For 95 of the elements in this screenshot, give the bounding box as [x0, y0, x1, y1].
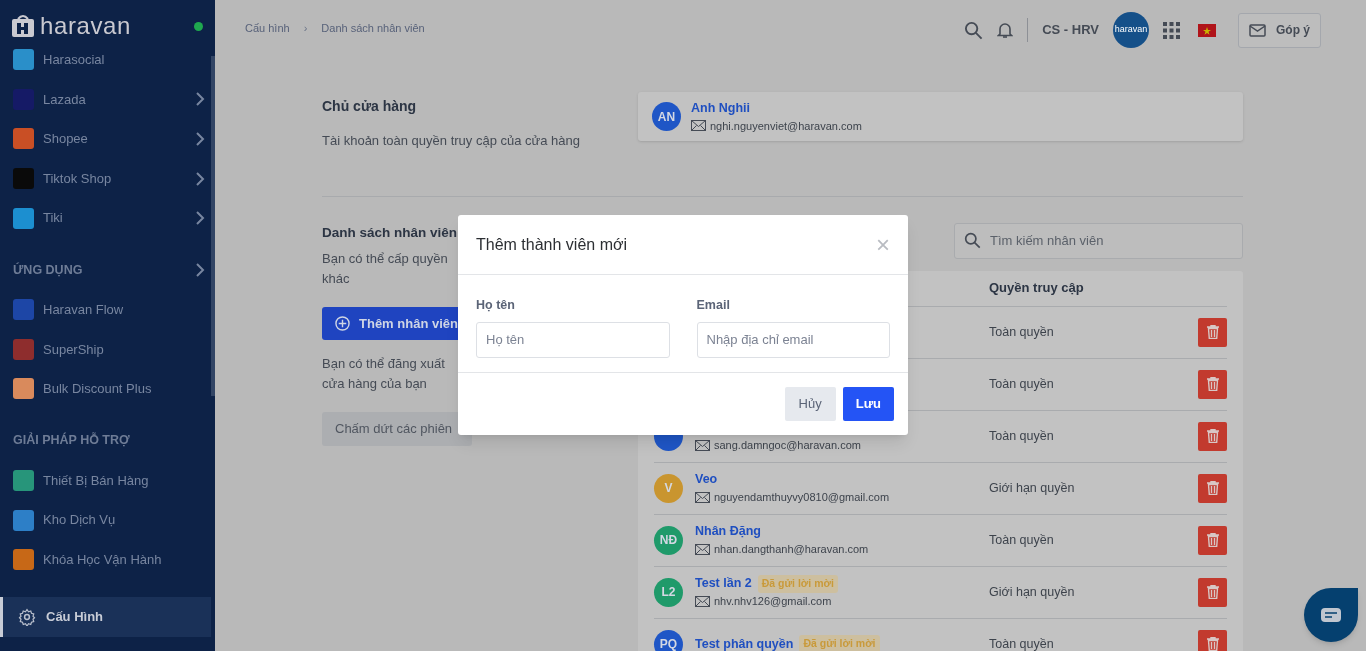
input-field[interactable]: Họ tên — [476, 321, 670, 358]
cancel-button[interactable]: Hủy — [784, 387, 836, 421]
mail-icon — [695, 439, 710, 451]
account-avatar[interactable]: haravan — [1113, 12, 1149, 48]
delete-button[interactable] — [1198, 317, 1227, 347]
menu-item[interactable]: SuperShip — [13, 338, 104, 360]
mail-icon — [695, 491, 710, 503]
delete-button[interactable] — [1198, 473, 1227, 503]
flag-icon[interactable] — [1198, 23, 1216, 37]
mail-icon — [695, 595, 710, 607]
access-level: Toàn quyền — [989, 635, 1055, 651]
access-level: Giới hạn quyền — [989, 583, 1076, 601]
section-description: Bạn có thể cấp quyền — [322, 249, 448, 268]
end-sessions-button[interactable]: Chấm dứt các phiên — [322, 411, 472, 446]
column-header: Quyền truy cập — [989, 279, 1084, 298]
section-title: Chủ cửa hàng — [322, 97, 418, 116]
chevron-icon[interactable] — [195, 92, 205, 107]
trash-icon — [1206, 325, 1219, 339]
delete-button[interactable] — [1198, 525, 1227, 555]
staff-name[interactable]: Test phân quyền — [695, 634, 794, 651]
bell-icon[interactable] — [997, 21, 1014, 39]
section-title: Danh sách nhân viên — [322, 223, 458, 242]
menu-item[interactable]: Khóa Học Vận Hành — [13, 549, 162, 571]
dialog-title: Thêm thành viên mới — [476, 234, 627, 255]
menu-item[interactable]: Tiktok Shop — [13, 168, 112, 190]
avatar: NĐ — [654, 525, 683, 555]
section-description: cửa hàng của bạn — [322, 375, 427, 394]
trash-icon — [1206, 429, 1219, 443]
menu-item[interactable]: Harasocial — [13, 49, 105, 71]
settings-menu-item[interactable]: Cấu Hình — [0, 597, 211, 637]
input-field[interactable]: Nhập địa chỉ email — [696, 321, 890, 358]
mail-icon — [695, 543, 710, 555]
owner-name[interactable]: Anh Nghii — [691, 98, 862, 118]
avatar: V — [654, 473, 683, 503]
trash-icon — [1206, 481, 1219, 495]
menu-item[interactable]: Tiki — [13, 207, 63, 229]
chat-button[interactable] — [1304, 588, 1358, 642]
menu-item[interactable]: Thiết Bị Bán Hàng — [13, 470, 149, 492]
delete-button[interactable] — [1198, 421, 1227, 451]
breadcrumb-separator: › — [303, 21, 308, 37]
avatar: L2 — [654, 577, 683, 607]
chevron-icon[interactable] — [195, 132, 205, 146]
staff-name[interactable]: Nhân Đặng — [695, 522, 761, 542]
field-label: Email — [696, 297, 731, 314]
chevron-icon[interactable] — [195, 262, 205, 277]
delete-button[interactable] — [1198, 577, 1227, 607]
search-field[interactable]: Tìm kiếm nhân viên — [954, 222, 1243, 259]
menu-item[interactable]: Kho Dịch Vụ — [13, 509, 116, 531]
email-text: sang.damngoc@haravan.com — [714, 437, 861, 453]
avatar: AN — [652, 102, 681, 131]
menu-item[interactable]: Haravan Flow — [13, 299, 124, 321]
access-level: Toàn quyền — [989, 427, 1055, 445]
delete-button[interactable] — [1198, 369, 1227, 399]
section-heading: ỨNG DỤNG — [13, 261, 83, 279]
delete-button[interactable] — [1198, 629, 1227, 651]
trash-icon — [1206, 533, 1219, 547]
email-text: nguyendamthuyvy0810@gmail.com — [714, 490, 890, 506]
breadcrumb-link[interactable]: Danh sách nhân viên — [321, 20, 425, 37]
plus-circle-icon — [335, 315, 350, 331]
breadcrumb-link[interactable]: Cấu hình — [245, 20, 290, 37]
field-label: Họ tên — [476, 297, 516, 314]
haravan-logo[interactable]: haravan — [10, 13, 131, 39]
chevron-icon[interactable] — [195, 211, 205, 226]
apps-grid-icon[interactable] — [1163, 21, 1180, 39]
feedback-button[interactable]: Góp ý — [1238, 12, 1321, 48]
staff-name[interactable]: Veo — [695, 470, 718, 490]
access-level: Giới hạn quyền — [989, 479, 1076, 497]
menu-item[interactable]: Lazada — [13, 88, 86, 110]
settings-icon — [18, 608, 36, 626]
chat-icon — [1320, 607, 1342, 623]
invite-badge: Đã gửi lời mời — [799, 635, 880, 651]
access-level: Toàn quyền — [989, 323, 1055, 341]
email-text: nhan.dangthanh@haravan.com — [714, 542, 869, 558]
email-text: nghi.nguyenviet@haravan.com — [710, 118, 862, 134]
staff-name[interactable]: Test lần 2 — [695, 574, 752, 594]
trash-icon — [1206, 585, 1219, 599]
invite-badge: Đã gửi lời mời — [757, 574, 838, 593]
section-description: khác — [322, 270, 350, 289]
section-description: Tài khoản toàn quyền truy cập của cửa hàng — [322, 132, 581, 150]
mail-icon — [1249, 23, 1266, 37]
account-name[interactable]: CS - HRV — [1042, 20, 1099, 40]
section-description: Bạn có thể đăng xuất — [322, 354, 445, 373]
mail-icon — [691, 120, 706, 132]
access-level: Toàn quyền — [989, 375, 1055, 393]
menu-item[interactable]: Bulk Discount Plus — [13, 378, 152, 400]
trash-icon — [1206, 377, 1219, 391]
save-button[interactable]: Lưu — [842, 387, 894, 421]
trash-icon — [1206, 637, 1219, 651]
chevron-icon[interactable] — [195, 171, 205, 186]
section-heading: GIẢI PHÁP HỖ TRỢ — [13, 431, 130, 450]
avatar: PQ — [654, 629, 683, 651]
search-icon[interactable] — [964, 20, 984, 40]
menu-item[interactable]: Shopee — [13, 128, 88, 150]
email-text: nhv.nhv126@gmail.com — [714, 594, 832, 610]
access-level: Toàn quyền — [989, 531, 1055, 549]
